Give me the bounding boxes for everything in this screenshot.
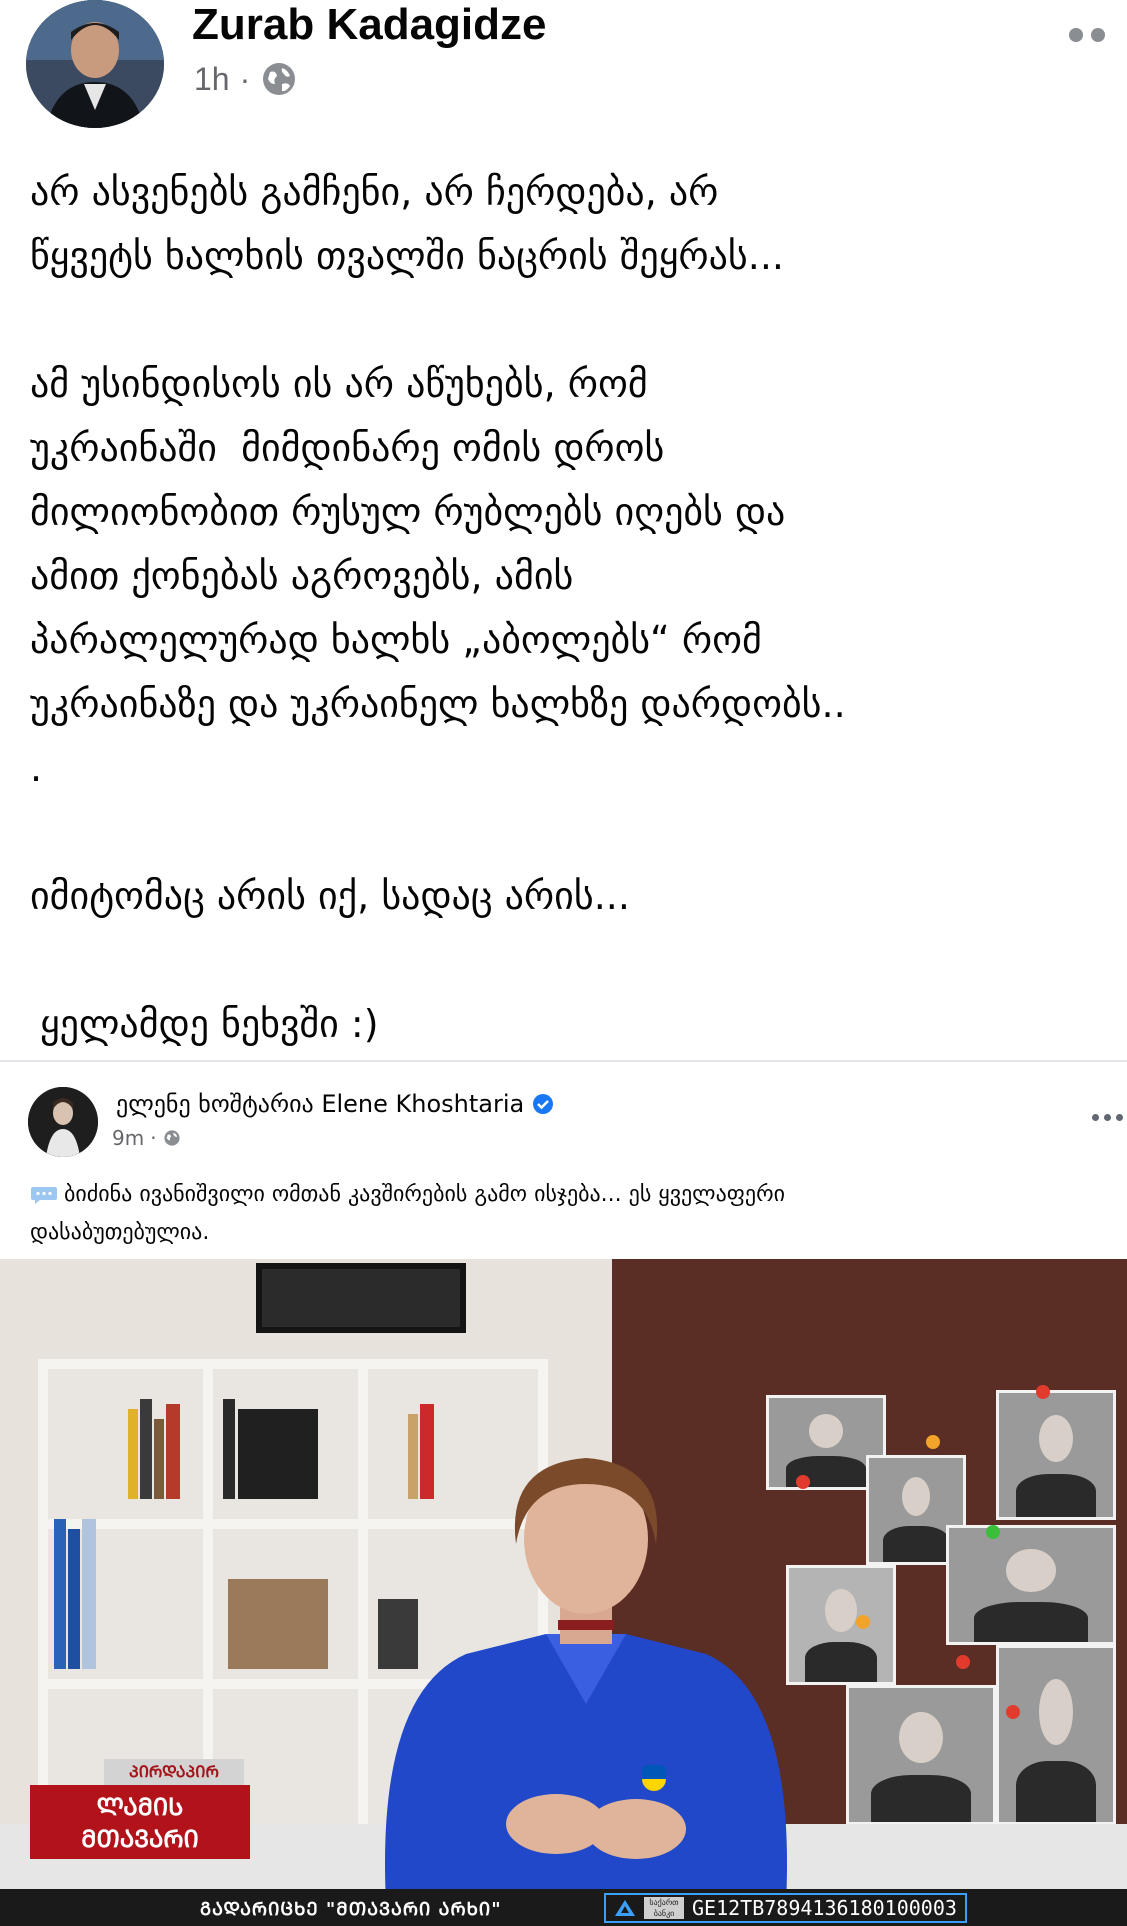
presenter — [385, 1458, 787, 1904]
shared-author-avatar[interactable] — [28, 1087, 98, 1157]
post-body: არ ასვენებს გამჩენი, არ ჩერდება, არ წყვე… — [30, 160, 1120, 1056]
post-paragraph-4: ყელამდე ნეხვში :) — [40, 1002, 379, 1046]
show-logo-main: ᲚᲐᲛᲘᲡ ᲛᲗᲐᲕᲐᲠᲘ — [30, 1785, 250, 1859]
shared-meta-separator: · — [150, 1126, 157, 1150]
verified-badge-icon — [533, 1094, 554, 1114]
video-ticker-label: ᲒᲐᲓᲐᲠᲘᲪᲮᲔ "ᲛᲗᲐᲕᲐᲠᲘ ᲐᲠᲮᲘ" — [200, 1899, 502, 1920]
post-header: Zurab Kadagidze 1h · — [0, 0, 1127, 140]
speech-bubble-icon — [31, 1187, 57, 1204]
post-meta: 1h · — [194, 60, 298, 98]
show-logo-top: ᲞᲘᲠᲓᲐᲞᲘᲠ — [104, 1759, 244, 1785]
show-logo: ᲞᲘᲠᲓᲐᲞᲘᲠ ᲚᲐᲛᲘᲡ ᲛᲗᲐᲕᲐᲠᲘ — [0, 1759, 250, 1859]
account-number: GE12TB7894136180100003 — [692, 1896, 957, 1920]
shared-post-card[interactable]: ელენე ხოშტარია Elene Khoshtaria 9m · ბიძ… — [0, 1060, 1127, 1926]
wall-picture — [256, 1263, 466, 1333]
bank-account-box: საქართ ბანკი GE12TB7894136180100003 — [604, 1893, 967, 1923]
shared-post-meta: 9m · — [112, 1126, 181, 1150]
shared-post-text: ბიძინა ივანიშვილი ომთან კავშირების გამო … — [30, 1176, 1110, 1252]
more-options-icon[interactable] — [1069, 20, 1119, 50]
shared-author-name[interactable]: ელენე ხოშტარია Elene Khoshtaria — [116, 1090, 554, 1118]
globe-icon — [163, 1130, 180, 1146]
post-author-name[interactable]: Zurab Kadagidze — [192, 0, 547, 50]
shared-more-options-icon[interactable] — [1092, 1114, 1123, 1121]
bank-name: საქართ ბანკი — [644, 1897, 684, 1919]
shared-post-body: ბიძინა ივანიშვილი ომთან კავშირების გამო … — [30, 1182, 785, 1245]
author-avatar[interactable] — [26, 0, 164, 128]
post-time[interactable]: 1h — [194, 61, 230, 98]
shared-post-time[interactable]: 9m — [112, 1126, 144, 1150]
bank-logo-icon — [615, 1900, 635, 1916]
post-paragraph-1: არ ასვენებს გამჩენი, არ ჩერდება, არ წყვე… — [30, 170, 785, 278]
shared-author-label: ელენე ხოშტარია Elene Khoshtaria — [116, 1090, 525, 1118]
globe-icon — [263, 63, 296, 95]
post-paragraph-3: იმიტომაც არის იქ, სადაც არის... — [30, 874, 630, 918]
meta-separator: · — [239, 60, 251, 97]
video-thumbnail[interactable]: ᲞᲘᲠᲓᲐᲞᲘᲠ ᲚᲐᲛᲘᲡ ᲛᲗᲐᲕᲐᲠᲘ ᲒᲐᲓᲐᲠᲘᲪᲮᲔ "ᲛᲗᲐᲕᲐᲠ… — [0, 1259, 1127, 1926]
post-paragraph-2: ამ უსინდისოს ის არ აწუხებს, რომ უკრაინაშ… — [30, 362, 846, 790]
